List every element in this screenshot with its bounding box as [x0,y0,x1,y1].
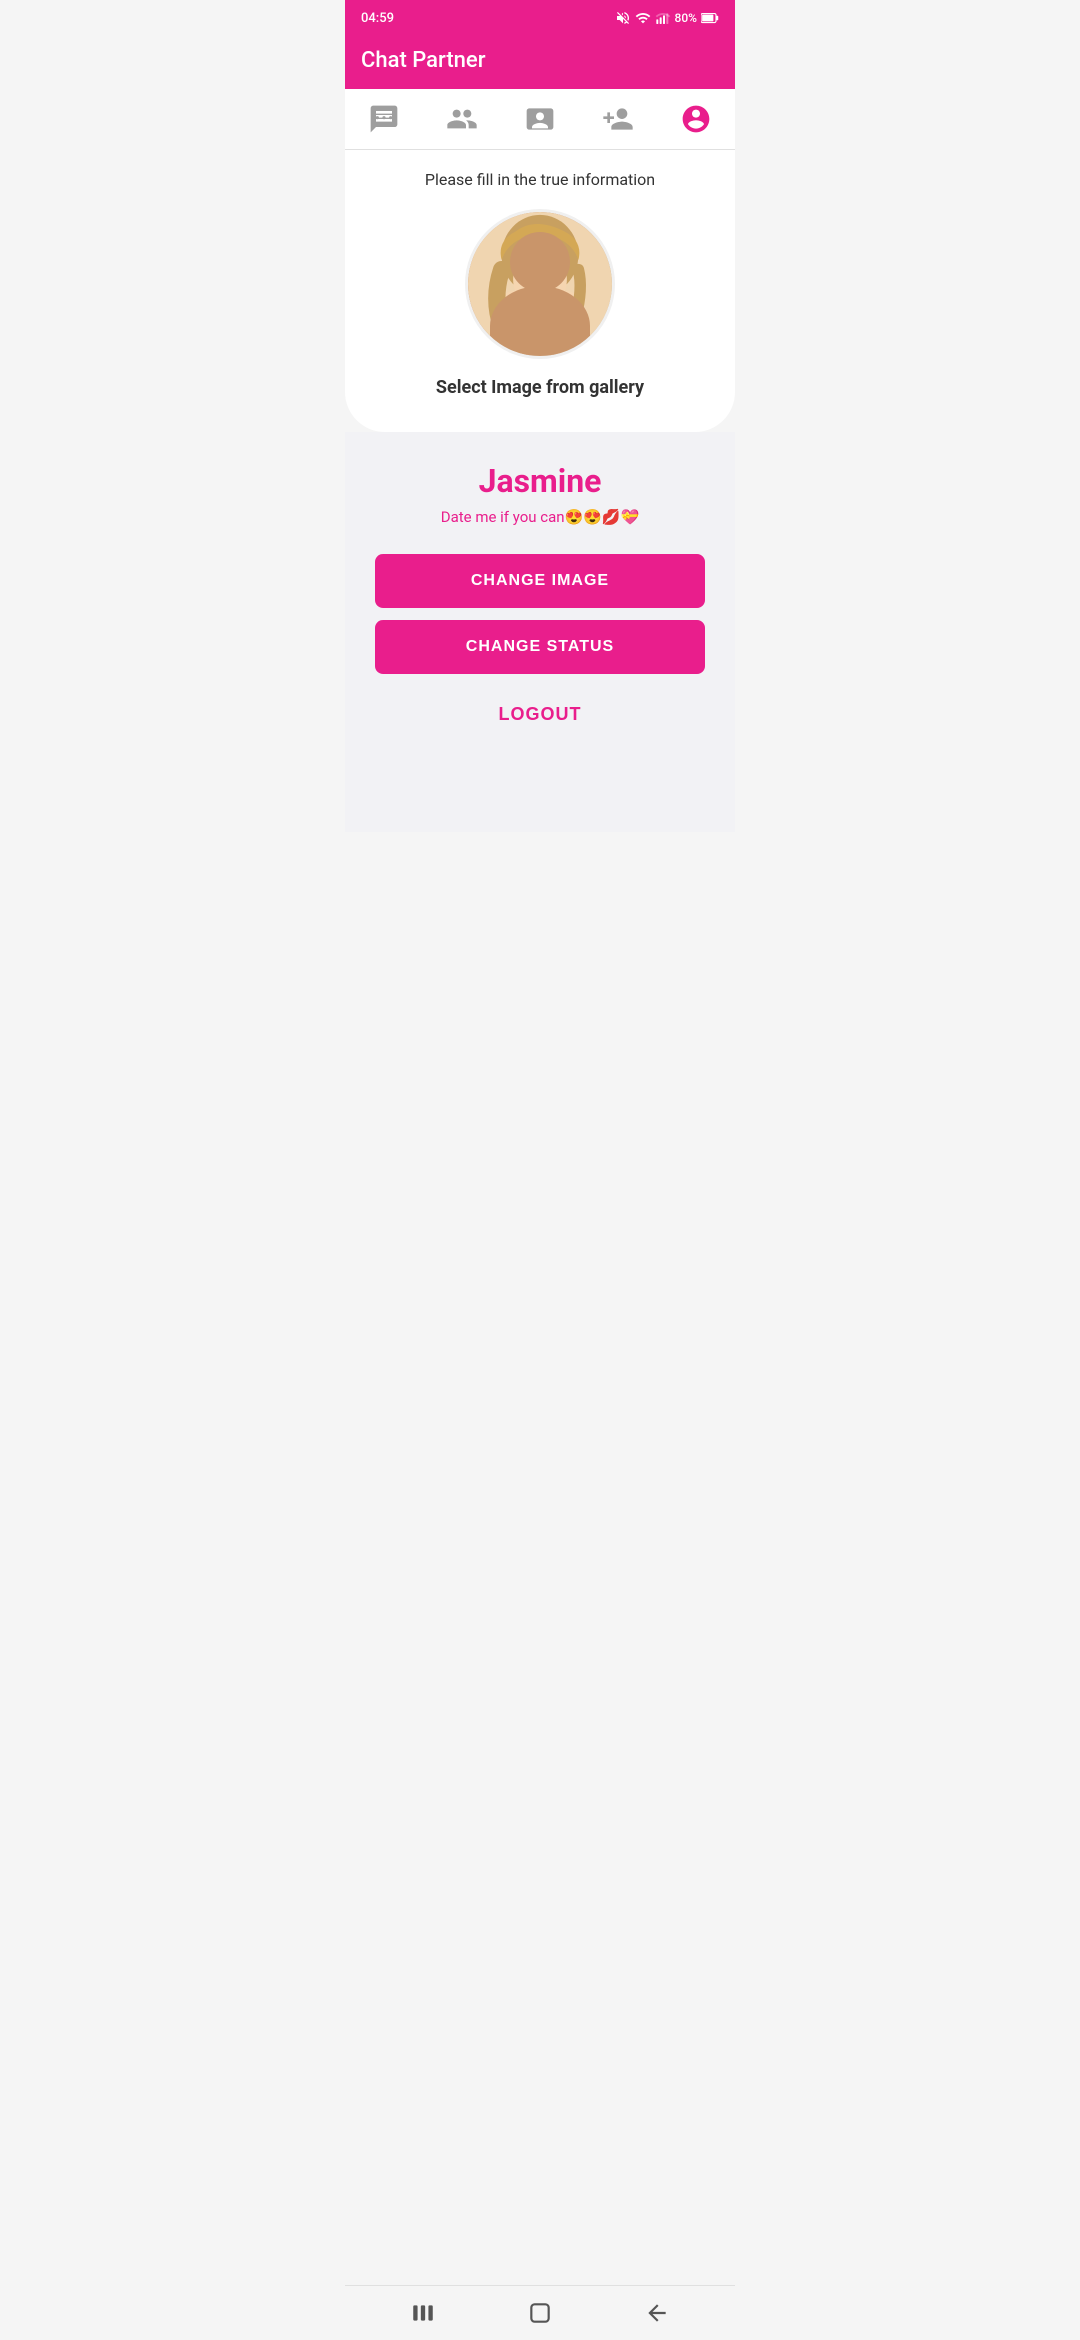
upper-section: Please fill in the true information [345,150,735,432]
signal-icon [655,10,671,26]
tab-add-friend[interactable] [592,99,644,139]
bottom-nav [345,2285,735,2340]
change-image-button[interactable]: CHANGE IMAGE [375,554,705,608]
mute-icon [615,10,631,26]
wifi-icon [635,10,651,26]
home-icon [527,2300,553,2326]
nav-home-button[interactable] [527,2300,553,2326]
account-icon [680,103,712,135]
avatar-image[interactable] [465,209,615,359]
app-title: Chat Partner [361,48,485,73]
tab-account[interactable] [670,99,722,139]
profile-name: Jasmine [479,462,602,500]
tab-chat[interactable] [358,99,410,139]
add-friend-icon [602,103,634,135]
partners-icon [446,103,478,135]
nav-back-button[interactable] [644,2300,670,2326]
change-status-button[interactable]: CHANGE STATUS [375,620,705,674]
avatar-placeholder [468,212,612,356]
app-header: Chat Partner [345,36,735,89]
avatar-svg [468,212,612,356]
tab-profile-card[interactable] [514,99,566,139]
back-icon [644,2300,670,2326]
profile-status: Date me if you can😍😍💋💝 [441,508,640,526]
profile-card-icon [524,103,556,135]
battery-icon [701,12,719,24]
lower-section: Jasmine Date me if you can😍😍💋💝 CHANGE IM… [345,432,735,832]
info-text: Please fill in the true information [425,170,655,189]
nav-menu-button[interactable] [410,2300,436,2326]
logout-button[interactable]: LOGOUT [489,694,592,735]
status-icons: 80% [615,10,719,26]
status-time: 04:59 [361,11,394,26]
select-image-text: Select Image from gallery [436,377,644,398]
menu-icon [410,2300,436,2326]
chat-icon [368,103,400,135]
tab-bar [345,89,735,150]
status-bar: 04:59 80% [345,0,735,36]
tab-partners[interactable] [436,99,488,139]
